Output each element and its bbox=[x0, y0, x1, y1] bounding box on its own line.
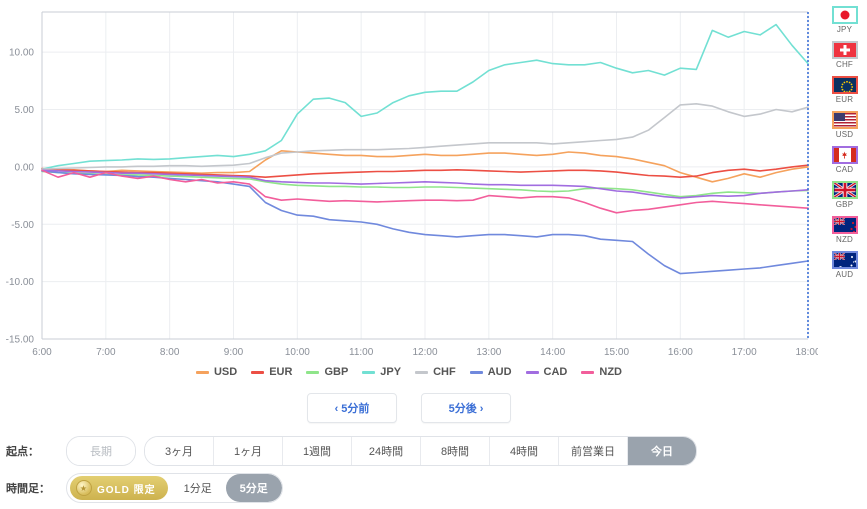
svg-text:8:00: 8:00 bbox=[160, 347, 180, 358]
flag-jpy-icon bbox=[831, 6, 858, 24]
origin-option-4[interactable]: 8時間 bbox=[421, 437, 490, 465]
svg-text:10:00: 10:00 bbox=[285, 347, 310, 358]
currency-flag-list: JPY CHF EUR USD CAD GBP NZD AUD bbox=[822, 6, 867, 286]
svg-text:15:00: 15:00 bbox=[604, 347, 629, 358]
legend-color-swatch bbox=[251, 370, 265, 374]
flag-aud-icon bbox=[831, 251, 858, 269]
svg-text:11:00: 11:00 bbox=[349, 347, 374, 358]
flag-item-label: JPY bbox=[836, 25, 853, 34]
svg-text:12:00: 12:00 bbox=[412, 347, 437, 358]
flag-item-label: USD bbox=[835, 130, 854, 139]
legend-item-label: JPY bbox=[380, 366, 402, 378]
flag-item-eur[interactable]: EUR bbox=[822, 76, 867, 104]
timeframe-selector-row: 時間足： ★ GOLD 限定 1分足 5分足 bbox=[6, 473, 283, 503]
legend-item-label: CAD bbox=[543, 366, 568, 378]
svg-text:14:00: 14:00 bbox=[540, 347, 565, 358]
legend-color-swatch bbox=[306, 370, 320, 374]
legend-item-chf[interactable]: CHF bbox=[415, 366, 456, 378]
prev-5min-button[interactable]: ‹ 5分前 bbox=[307, 393, 397, 423]
legend-item-eur[interactable]: EUR bbox=[251, 366, 292, 378]
origin-option-0[interactable]: 3ヶ月 bbox=[145, 437, 214, 465]
currency-strength-page: 10.00 5.00 0.00 -5.00 -10.00 -15.00 6:00 7:00 8:… bbox=[0, 0, 867, 509]
origin-option-long-term[interactable]: 長期 bbox=[67, 437, 135, 465]
flag-item-jpy[interactable]: JPY bbox=[822, 6, 867, 34]
timeframe-options-group: ★ GOLD 限定 1分足 5分足 bbox=[66, 473, 283, 503]
flag-item-label: CHF bbox=[835, 60, 854, 69]
legend-item-label: USD bbox=[213, 366, 238, 378]
legend-item-label: NZD bbox=[599, 366, 622, 378]
flag-item-label: CAD bbox=[835, 165, 854, 174]
gold-badge-label: GOLD 限定 bbox=[97, 484, 156, 496]
legend-item-label: AUD bbox=[487, 366, 512, 378]
flag-item-usd[interactable]: USD bbox=[822, 111, 867, 139]
origin-selector-row: 起点： 長期 3ヶ月 1ヶ月 1週間 24時間 8時間 4時間 前営業日 今日 bbox=[6, 436, 697, 466]
flag-usd-icon bbox=[831, 111, 858, 129]
origin-option-6[interactable]: 前営業日 bbox=[559, 437, 628, 465]
flag-item-chf[interactable]: CHF bbox=[822, 41, 867, 69]
gold-restricted-badge[interactable]: ★ GOLD 限定 bbox=[70, 476, 168, 500]
legend-item-jpy[interactable]: JPY bbox=[362, 366, 401, 378]
origin-option-3[interactable]: 24時間 bbox=[352, 437, 421, 465]
flag-item-label: GBP bbox=[835, 200, 854, 209]
legend-item-aud[interactable]: AUD bbox=[469, 366, 512, 378]
chart-legend: USD EUR GBP JPY CHF AUD CAD NZD bbox=[0, 366, 818, 378]
flag-eur-icon bbox=[831, 76, 858, 94]
flag-item-cad[interactable]: CAD bbox=[822, 146, 867, 174]
timeframe-label: 時間足： bbox=[6, 483, 50, 495]
svg-text:7:00: 7:00 bbox=[96, 347, 116, 358]
legend-item-nzd[interactable]: NZD bbox=[581, 366, 622, 378]
svg-text:10.00: 10.00 bbox=[9, 48, 34, 59]
flag-chf-icon bbox=[831, 41, 858, 59]
svg-text:9:00: 9:00 bbox=[224, 347, 244, 358]
flag-item-label: EUR bbox=[835, 95, 854, 104]
legend-item-label: GBP bbox=[324, 366, 349, 378]
flag-item-gbp[interactable]: GBP bbox=[822, 181, 867, 209]
legend-color-swatch bbox=[469, 370, 483, 374]
legend-item-label: CHF bbox=[433, 366, 456, 378]
flag-item-nzd[interactable]: NZD bbox=[822, 216, 867, 244]
next-5min-button[interactable]: 5分後 › bbox=[421, 393, 511, 423]
currency-strength-chart: 10.00 5.00 0.00 -5.00 -10.00 -15.00 6:00 7:00 8:… bbox=[0, 0, 818, 360]
svg-text:17:00: 17:00 bbox=[732, 347, 757, 358]
legend-color-swatch bbox=[581, 370, 595, 374]
legend-item-gbp[interactable]: GBP bbox=[306, 366, 348, 378]
svg-text:-5.00: -5.00 bbox=[11, 220, 34, 231]
svg-text:6:00: 6:00 bbox=[32, 347, 52, 358]
origin-label: 起点： bbox=[6, 446, 39, 458]
origin-options-group: 3ヶ月 1ヶ月 1週間 24時間 8時間 4時間 前営業日 今日 bbox=[144, 436, 697, 466]
timeframe-pill-list: 1分足 5分足 bbox=[170, 474, 282, 502]
svg-text:-10.00: -10.00 bbox=[6, 277, 35, 288]
origin-option-1[interactable]: 1ヶ月 bbox=[214, 437, 283, 465]
origin-option-7[interactable]: 今日 bbox=[628, 437, 696, 465]
chart-canvas: 10.00 5.00 0.00 -5.00 -10.00 -15.006:00 7:00 8:… bbox=[6, 11, 818, 358]
legend-item-label: EUR bbox=[269, 366, 293, 378]
legend-color-swatch bbox=[525, 370, 539, 374]
legend-item-usd[interactable]: USD bbox=[195, 366, 238, 378]
legend-color-swatch bbox=[415, 370, 429, 374]
timeframe-option-0[interactable]: 1分足 bbox=[170, 474, 226, 502]
legend-color-swatch bbox=[195, 370, 209, 374]
flag-nzd-icon bbox=[831, 216, 858, 234]
svg-text:5.00: 5.00 bbox=[15, 105, 35, 116]
legend-color-swatch bbox=[362, 370, 376, 374]
chart-nav-buttons: ‹ 5分前 5分後 › bbox=[0, 393, 818, 423]
timeframe-option-1[interactable]: 5分足 bbox=[225, 474, 282, 502]
svg-text:13:00: 13:00 bbox=[476, 347, 501, 358]
svg-text:16:00: 16:00 bbox=[668, 347, 693, 358]
origin-option-5[interactable]: 4時間 bbox=[490, 437, 559, 465]
flag-item-label: NZD bbox=[835, 235, 854, 244]
origin-longterm-group: 長期 bbox=[66, 436, 136, 466]
flag-item-label: AUD bbox=[835, 270, 854, 279]
gold-coin-icon: ★ bbox=[76, 480, 92, 496]
svg-text:0.00: 0.00 bbox=[15, 162, 35, 173]
flag-item-aud[interactable]: AUD bbox=[822, 251, 867, 279]
origin-option-2[interactable]: 1週間 bbox=[283, 437, 352, 465]
legend-item-cad[interactable]: CAD bbox=[525, 366, 568, 378]
flag-gbp-icon bbox=[831, 181, 858, 199]
svg-text:-15.00: -15.00 bbox=[6, 335, 35, 346]
svg-text:18:00: 18:00 bbox=[795, 347, 818, 358]
flag-cad-icon bbox=[831, 146, 858, 164]
